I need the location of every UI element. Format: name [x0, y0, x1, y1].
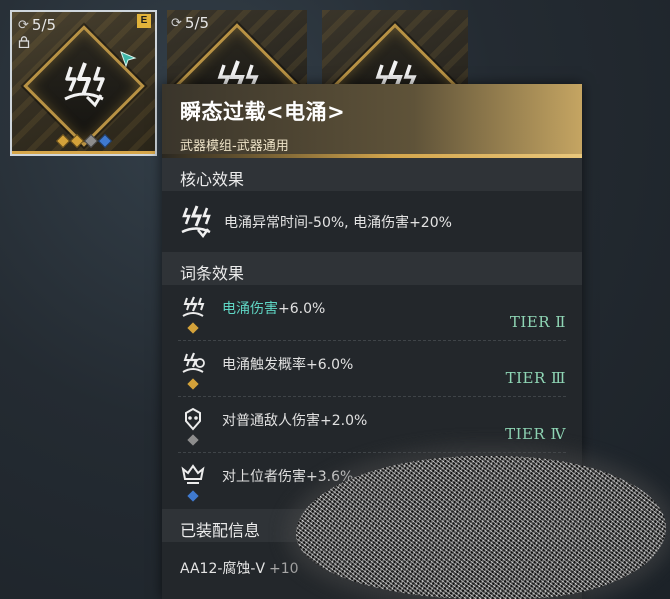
core-effect-row: 电涌异常时间-50%, 电涌伤害+20%: [162, 191, 582, 252]
noise-overlay: [296, 456, 666, 599]
core-effect-heading: 核心效果: [162, 158, 582, 191]
gem-gold-icon: [69, 133, 84, 149]
module-card-selected[interactable]: ⟳ 5/5 E: [10, 10, 157, 156]
surge-damage-icon: [182, 296, 205, 317]
lightning-icon: [63, 62, 105, 108]
affix-effect-heading: 词条效果: [162, 252, 582, 285]
surge-trigger-icon: [182, 352, 205, 373]
gem-gray-icon: [83, 133, 98, 149]
gem-blue-icon: [187, 489, 199, 502]
module-title: 瞬态过载<电涌>: [180, 100, 346, 124]
affix-text: 电涌伤害+6.0%: [222, 301, 326, 317]
module-count: ⟳ 5/5: [18, 16, 57, 34]
affix-text: 对普通敌人伤害+2.0%: [222, 413, 368, 429]
affix-text: 电涌触发概率+6.0%: [222, 357, 354, 373]
affix-row: 电涌触发概率+6.0% TIER Ⅲ: [162, 341, 582, 397]
core-effect-text: 电涌异常时间-50%, 电涌伤害+20%: [224, 214, 452, 231]
tier-label: TIER Ⅳ: [505, 425, 566, 443]
affix-row: 对普通敌人伤害+2.0% TIER Ⅳ: [162, 397, 582, 453]
lock-icon[interactable]: [18, 36, 30, 48]
selected-underline: [12, 151, 155, 154]
gem-blue-icon: [97, 133, 112, 149]
tier-label: TIER Ⅱ: [509, 313, 566, 331]
surge-icon: [181, 204, 211, 238]
tier-label: TIER Ⅲ: [505, 369, 566, 387]
gem-slots: [12, 133, 155, 149]
gem-gold-icon: [55, 133, 70, 149]
affix-text: 对上位者伤害+3.6%: [222, 469, 354, 485]
gem-gold-icon: [187, 321, 199, 334]
gem-gold-icon: [187, 377, 199, 390]
elite-enemy-icon: [181, 463, 205, 484]
module-category: 武器模组-武器通用: [180, 139, 289, 154]
refresh-icon: ⟳: [171, 15, 182, 31]
normal-enemy-icon: [185, 407, 201, 431]
affix-row: 电涌伤害+6.0% TIER Ⅱ: [162, 285, 582, 341]
tooltip-header: 瞬态过载<电涌> 武器模组-武器通用: [162, 84, 582, 158]
refresh-icon: ⟳: [18, 17, 29, 33]
cursor-pointer-icon: [120, 51, 137, 68]
module-count: ⟳ 5/5: [171, 14, 210, 32]
grade-badge: E: [137, 14, 151, 28]
gem-gray-icon: [187, 433, 199, 446]
header-accent-line: [162, 154, 582, 158]
